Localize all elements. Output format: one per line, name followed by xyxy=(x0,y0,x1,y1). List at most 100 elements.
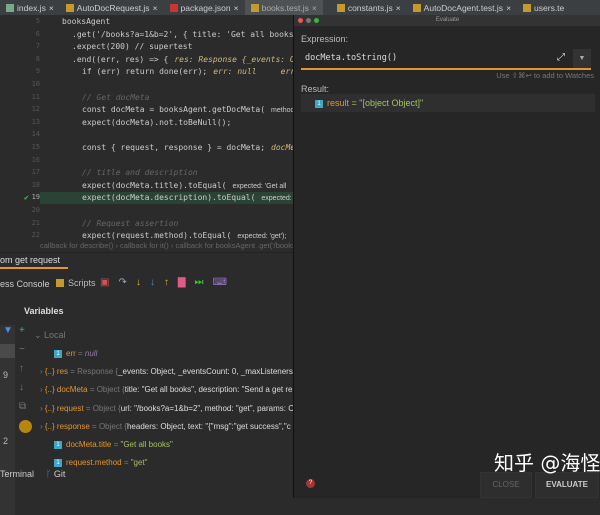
scripts-tab[interactable]: Scripts xyxy=(56,278,96,288)
variable-type: = Object { xyxy=(89,421,127,431)
step-into-icon[interactable]: ↓ xyxy=(136,277,141,288)
frames-strip: ▼ 9 2 xyxy=(0,325,15,515)
breadcrumb-item[interactable]: callback for it() xyxy=(120,241,169,250)
drop-frame-icon[interactable]: ▇ xyxy=(178,277,186,288)
close-tab-icon[interactable]: × xyxy=(153,3,158,13)
run-to-cursor-icon[interactable]: ⏭ xyxy=(195,277,204,288)
file-icon xyxy=(523,3,532,12)
step-out-icon[interactable]: ↑ xyxy=(164,277,169,288)
variable-row[interactable]: 1 err = null xyxy=(40,349,97,358)
variable-type: = Object { xyxy=(87,385,125,395)
line-number: 17 xyxy=(31,168,40,177)
tab-constants-js[interactable]: constants.js × xyxy=(331,0,407,15)
line-number: 14 xyxy=(31,130,40,139)
close-tab-icon[interactable]: × xyxy=(506,3,511,13)
line-number: 10 xyxy=(31,80,40,88)
git-icon: ᚴ xyxy=(46,469,54,479)
code-text: expect(request.method).toEqual( xyxy=(82,231,232,241)
close-tab-icon[interactable]: × xyxy=(312,3,317,13)
filter-icon[interactable]: ▼ xyxy=(0,325,15,336)
force-step-into-icon[interactable]: ↓ xyxy=(150,277,155,288)
inline-value-hint: method: 'ge xyxy=(271,107,293,115)
tab-label: users.te xyxy=(534,2,565,13)
code-line: // Request assertion xyxy=(82,219,178,228)
file-icon xyxy=(250,3,259,12)
code-line: if (err) return done(err); err: null err:… xyxy=(82,67,293,76)
variable-row[interactable]: › {..} docMeta = Object {title: "Get all… xyxy=(40,385,292,394)
local-label: Local xyxy=(44,330,66,340)
git-tab[interactable]: ᚴ Git xyxy=(46,469,65,479)
variable-row[interactable]: › {..} response = Object {headers: Objec… xyxy=(40,422,291,431)
tab-index-js[interactable]: index.js × xyxy=(0,0,60,15)
result-row[interactable]: 1 result = "[object Object]" xyxy=(301,94,595,112)
debug-toolbar: ▣ ↷ ↓ ↓ ↑ ▇ ⏭ ⌨ xyxy=(100,277,227,288)
tab-package-json[interactable]: package.json × xyxy=(164,0,245,15)
file-icon xyxy=(336,3,345,12)
evaluate-dialog: Evaluate Expression: docMeta.toString() … xyxy=(293,15,600,498)
code-text: expect(docMeta.description).toEqual( xyxy=(82,193,256,203)
console-tab[interactable]: ess Console xyxy=(0,279,50,289)
watches-hint: Use ⇧⌘↩ to add to Watches xyxy=(496,71,594,80)
variable-name: res xyxy=(56,367,69,377)
tab-users-te[interactable]: users.te xyxy=(517,0,570,15)
variable-row[interactable]: › {..} res = Response {_events: Object, … xyxy=(40,367,295,376)
inline-value-hint: expected: 'Se xyxy=(261,195,292,203)
line-number: 6 xyxy=(35,29,40,38)
expand-icon[interactable]: ⤢ xyxy=(557,52,565,63)
tab-label: package.json xyxy=(180,2,231,13)
breadcrumb-item[interactable]: callback for describe() xyxy=(40,241,113,250)
add-watch-icon[interactable]: + xyxy=(19,325,32,336)
variable-value: url: "/books?a=1&b=2", method: "get", pa… xyxy=(120,403,294,413)
expression-input[interactable]: docMeta.toString() ⤢ ▼ xyxy=(301,49,591,70)
debug-panel: om get request ess Console Scripts ▣ ↷ ↓… xyxy=(0,252,295,515)
watch-glasses-icon[interactable] xyxy=(19,420,32,433)
primitive-icon: 1 xyxy=(54,440,62,449)
inline-value-hint: err: null err: n xyxy=(213,67,293,77)
variable-row[interactable]: › {..} request = Object {url: "/books?a=… xyxy=(40,404,294,413)
evaluate-icon[interactable]: ⌨ xyxy=(213,277,227,288)
tab-autodocrequest-js[interactable]: AutoDocRequest.js × xyxy=(60,0,164,15)
selected-frame[interactable] xyxy=(0,344,15,358)
variable-value: title: "Get all books", description: "Se… xyxy=(124,385,293,395)
close-tab-icon[interactable]: × xyxy=(234,3,239,13)
remove-icon[interactable]: − xyxy=(19,344,32,355)
breadcrumb-item[interactable]: callback for booksAgent .get('/books xyxy=(175,241,295,250)
zoom-window-icon[interactable] xyxy=(314,18,319,23)
help-icon[interactable]: ? xyxy=(306,479,315,488)
frames-icon[interactable]: ▣ xyxy=(100,277,109,288)
line-number: 8 xyxy=(35,54,40,63)
line-number: 11 xyxy=(31,92,40,101)
down-icon[interactable]: ↓ xyxy=(19,382,32,393)
variable-type: = xyxy=(75,349,85,358)
code-editor[interactable]: 5 booksAgent 6 .get('/books?a=1&b=2', { tit… xyxy=(0,15,293,243)
step-over-icon[interactable]: ↷ xyxy=(118,277,126,288)
close-tab-icon[interactable]: × xyxy=(396,3,401,13)
variable-value: headers: Object, text: "{"msg":"get succ… xyxy=(126,421,291,431)
code-line: expect(docMeta).not.toBeNull(); xyxy=(82,118,231,127)
code-text: booksAgent xyxy=(62,17,111,26)
close-tab-icon[interactable]: × xyxy=(49,3,54,13)
tab-autodocagent-test-js[interactable]: AutoDocAgent.test.js × xyxy=(407,0,517,15)
variable-row[interactable]: 1 docMeta.title = "Get all books" xyxy=(40,440,173,449)
file-icon xyxy=(412,3,421,12)
terminal-tab[interactable]: Terminal xyxy=(0,469,34,479)
local-scope[interactable]: ⌄ Local xyxy=(34,330,66,341)
close-window-icon[interactable] xyxy=(298,18,303,23)
debug-session-tab[interactable]: om get request xyxy=(0,253,68,269)
inline-value-hint: docMeta xyxy=(271,143,293,152)
primitive-icon: 1 xyxy=(54,459,62,468)
tab-books-test-js[interactable]: books.test.js × xyxy=(244,0,323,15)
minimize-window-icon[interactable] xyxy=(306,18,311,23)
code-text: if (err) return done(err); xyxy=(82,67,208,77)
line-number: 5 xyxy=(35,17,40,25)
variable-name: err xyxy=(66,349,76,358)
line-number: 18 xyxy=(31,180,40,189)
history-dropdown-icon[interactable]: ▼ xyxy=(573,49,591,68)
scripts-icon xyxy=(56,279,64,287)
up-icon[interactable]: ↑ xyxy=(19,363,32,374)
inline-value-hint: expected: 'get'); xyxy=(237,233,287,241)
line-number: 22 xyxy=(31,231,40,240)
variable-row[interactable]: 1 request.method = "get" xyxy=(40,458,148,467)
copy-icon[interactable]: ⧉ xyxy=(19,401,32,412)
variable-type: = xyxy=(121,458,131,468)
